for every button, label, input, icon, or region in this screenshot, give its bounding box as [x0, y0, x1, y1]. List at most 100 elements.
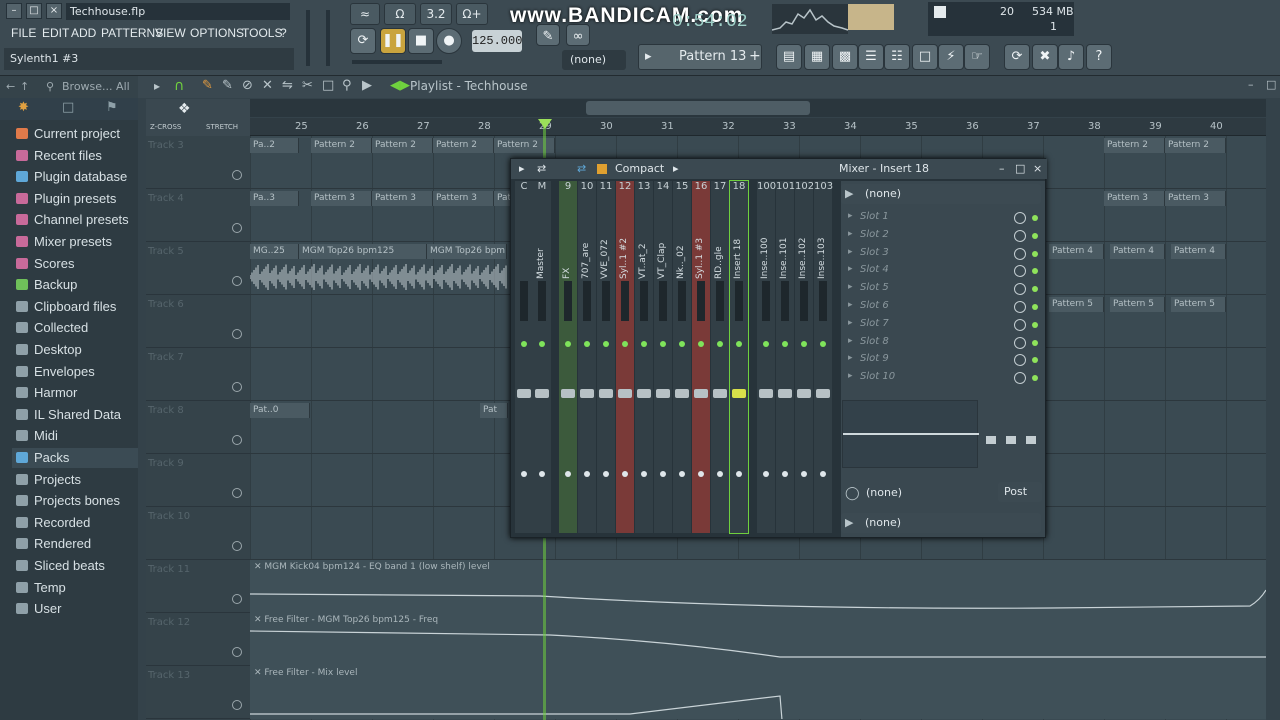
volume-fader[interactable]	[778, 389, 792, 398]
slot-enable-led[interactable]	[1032, 304, 1038, 310]
browser-item-packs[interactable]: Packs	[12, 448, 138, 468]
browser-item-clipboard-files[interactable]: Clipboard files	[16, 297, 116, 317]
help-icon[interactable]: ?	[1086, 44, 1112, 70]
clip[interactable]: Pattern 4	[1171, 244, 1226, 259]
volume-fader[interactable]	[517, 389, 531, 398]
mixer-strip[interactable]: 100 Inse..100	[757, 181, 776, 533]
menu-options[interactable]: OPTIONS	[190, 24, 244, 42]
zoom-tool-icon[interactable]: ⚲	[342, 78, 352, 93]
add-pattern-icon[interactable]: +	[749, 48, 761, 64]
pattern-none-select[interactable]: (none)	[562, 50, 626, 70]
playhead-marker-icon[interactable]	[538, 119, 552, 129]
menu-add[interactable]: ADD	[71, 24, 96, 42]
menu-patterns[interactable]: PATTERNS	[101, 24, 163, 42]
browser-item-current-project[interactable]: Current project	[16, 124, 120, 144]
volume-fader[interactable]	[637, 389, 651, 398]
mixer-strip[interactable]: 14 VT_Clap	[654, 181, 672, 533]
stretch-label[interactable]: STRETCH	[206, 123, 238, 131]
fx-slot[interactable]: ▸ Slot 1	[846, 210, 1042, 228]
slot-mix-knob[interactable]	[1014, 301, 1026, 313]
zcross-label[interactable]: Z-CROSS	[150, 123, 181, 131]
fx-slot[interactable]: ▸ Slot 3	[846, 246, 1042, 264]
slot-enable-led[interactable]	[1032, 268, 1038, 275]
route-dot[interactable]	[584, 471, 590, 477]
master-volume-slider[interactable]	[306, 10, 310, 66]
clip[interactable]: Pattern 4	[1110, 244, 1165, 259]
mixer-menu-icon[interactable]: ▸	[519, 159, 525, 179]
track-mute-led[interactable]	[232, 223, 242, 233]
clip[interactable]: Pattern 2	[433, 138, 494, 153]
track-header[interactable]: Track 10	[146, 507, 250, 560]
clip[interactable]: Pa..3	[250, 191, 299, 206]
pin-icon[interactable]: ⚑	[106, 100, 118, 115]
pan-knob[interactable]	[660, 341, 666, 347]
mute-tool-icon[interactable]: ✕	[262, 78, 273, 93]
song-position-slider[interactable]	[352, 60, 442, 64]
track-header[interactable]: Track 5	[146, 242, 250, 295]
volume-fader[interactable]	[599, 389, 613, 398]
clip[interactable]: Pattern 3	[372, 191, 433, 206]
clip[interactable]: Pattern 3	[311, 191, 372, 206]
track-mute-led[interactable]	[232, 382, 242, 392]
eq-band-2-fader[interactable]	[1006, 436, 1016, 444]
clip[interactable]: Pattern 3	[433, 191, 494, 206]
time-display[interactable]: 0:54:02	[672, 12, 748, 32]
track-mute-led[interactable]	[232, 329, 242, 339]
clip[interactable]: Pattern 2	[1165, 138, 1226, 153]
pan-knob[interactable]	[679, 341, 685, 347]
slot-mix-knob[interactable]	[1014, 283, 1026, 296]
fx-slot[interactable]: ▸ Slot 8	[846, 335, 1042, 353]
track-header[interactable]: Track 9	[146, 454, 250, 507]
browser-item-backup[interactable]: Backup	[16, 275, 77, 295]
clip[interactable]: Pattern 2	[311, 138, 372, 153]
fx-slot[interactable]: ▸ Slot 7	[846, 317, 1042, 335]
arrow-up-icon[interactable]: ↑	[20, 76, 29, 98]
clip[interactable]: MGM Top26 bpm125	[299, 244, 427, 259]
mixer-strip[interactable]: 17 RD..gle	[711, 181, 729, 533]
master-pitch-slider[interactable]	[326, 10, 330, 66]
volume-fader[interactable]	[535, 389, 549, 398]
slot-enable-led[interactable]	[1032, 215, 1038, 221]
menu-view[interactable]: VIEW	[155, 24, 186, 42]
volume-fader[interactable]	[618, 389, 632, 398]
magnet-icon[interactable]: ∩	[174, 78, 184, 94]
route-dot[interactable]	[801, 471, 807, 477]
timeline-ruler[interactable]: 25262728293031323334353637383940	[250, 118, 1266, 136]
track-mute-led[interactable]	[232, 594, 242, 604]
slot-mix-knob[interactable]	[1014, 354, 1026, 367]
wait-icon[interactable]: Ω	[384, 3, 416, 25]
browser-item-midi[interactable]: Midi	[16, 426, 58, 446]
slot-mix-knob[interactable]	[1014, 372, 1026, 385]
file-icon[interactable]: □	[912, 44, 938, 70]
pan-knob[interactable]	[622, 341, 628, 347]
delete-tool-icon[interactable]: ⊘	[242, 78, 253, 93]
fx-slot[interactable]: ▸ Slot 9	[846, 352, 1042, 370]
browser-item-channel-presets[interactable]: Channel presets	[16, 210, 129, 230]
browser-item-mixer-presets[interactable]: Mixer presets	[16, 232, 112, 252]
route-dot[interactable]	[698, 471, 704, 477]
refresh-icon[interactable]: ⟳	[1004, 44, 1030, 70]
select-tool-icon[interactable]: □	[322, 78, 334, 93]
track-mute-led[interactable]	[232, 488, 242, 498]
browser-item-rendered[interactable]: Rendered	[16, 534, 91, 554]
slot-enable-led[interactable]	[1032, 339, 1038, 346]
route-dot[interactable]	[660, 471, 666, 477]
track-header[interactable]: Track 6	[146, 295, 250, 348]
loop-record-icon[interactable]: Ω+	[456, 3, 488, 25]
mixer-strip[interactable]: 12 Syl..1 #2	[616, 181, 634, 533]
eq-band-1-fader[interactable]	[986, 436, 996, 444]
clip[interactable]: Pattern 5	[1110, 297, 1165, 312]
track-header[interactable]: Track 13	[146, 666, 250, 719]
mixer-strip[interactable]: 103 Inse..103	[814, 181, 833, 533]
menu-arrow-icon[interactable]: ▸	[154, 79, 160, 93]
collapse-icon[interactable]: ✸	[18, 100, 29, 115]
volume-fader[interactable]	[759, 389, 773, 398]
slot-mix-knob[interactable]	[1014, 318, 1026, 331]
route-dot[interactable]	[679, 471, 685, 477]
fx-slot[interactable]: ▸ Slot 4	[846, 263, 1042, 281]
browser-item-desktop[interactable]: Desktop	[16, 340, 82, 360]
route-dot[interactable]	[641, 471, 647, 477]
track-mute-led[interactable]	[232, 647, 242, 657]
slot-mix-knob[interactable]	[1014, 336, 1026, 349]
compact-icon[interactable]	[597, 164, 607, 174]
